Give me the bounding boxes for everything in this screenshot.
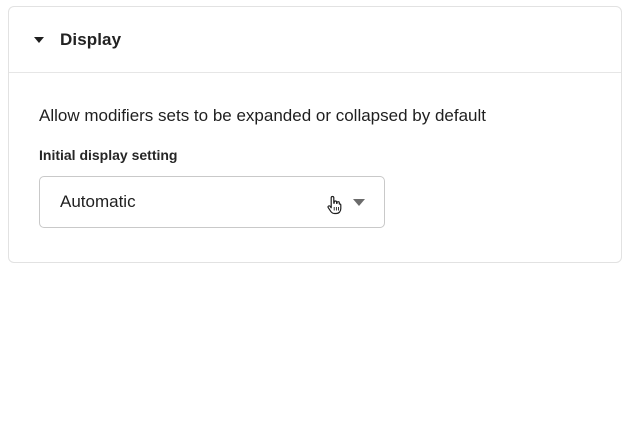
display-section-toggle[interactable]: Display [9,7,621,73]
initial-display-setting-select[interactable]: Automatic [39,176,385,228]
triangle-down-icon [353,199,365,206]
hand-pointer-cursor-icon [327,195,342,215]
panel-body: Allow modifiers sets to be expanded or c… [9,106,621,228]
initial-display-setting-label: Initial display setting [39,147,178,163]
section-description: Allow modifiers sets to be expanded or c… [39,106,486,125]
display-settings-panel: Display Allow modifiers sets to be expan… [8,6,622,263]
section-title: Display [60,29,122,49]
caret-down-icon[interactable] [34,37,44,43]
select-value: Automatic [60,192,136,211]
